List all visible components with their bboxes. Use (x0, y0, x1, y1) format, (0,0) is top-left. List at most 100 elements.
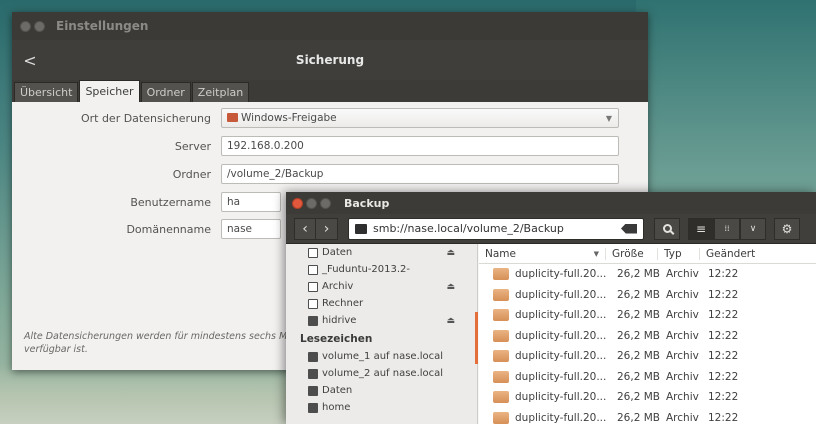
archive-file-icon (493, 391, 509, 404)
file-modified: 12:22 (708, 288, 739, 301)
folder-field[interactable]: /volume_2/Backup (221, 164, 619, 184)
settings-tabs: Übersicht Speicher Ordner Zeitplan (12, 80, 648, 102)
file-list-header: Name ▼ Größe Typ Geändert (479, 244, 816, 264)
sidebar-item-label: volume_2 auf nase.local (322, 368, 444, 379)
chevron-right-icon: › (323, 220, 330, 237)
file-size: 26,2 MB (617, 411, 660, 424)
table-row[interactable]: duplicity-full.20... 26,2 MB Archiv 12:22 (479, 346, 816, 367)
clear-location-icon[interactable] (621, 223, 637, 234)
file-modified: 12:22 (708, 268, 739, 281)
archive-file-icon (493, 329, 509, 342)
file-modified: 12:22 (708, 350, 739, 363)
location-row: Ort der Datensicherung Windows-Freigabe … (12, 108, 619, 128)
file-type: Archiv (666, 288, 699, 301)
tab-ordner[interactable]: Ordner (140, 82, 191, 102)
archive-file-icon (493, 411, 509, 424)
network-drive-icon (355, 223, 367, 234)
location-select[interactable]: Windows-Freigabe ▼ (221, 108, 619, 128)
maximize-window-button[interactable] (320, 197, 331, 209)
domain-label: Domänenname (126, 222, 211, 236)
network-drive-icon (308, 315, 318, 326)
sidebar-item-hidrive[interactable]: hidrive ⏏ (286, 312, 477, 329)
close-window-button[interactable] (20, 20, 31, 32)
sidebar-item-volume1[interactable]: volume_1 auf nase.local (286, 348, 477, 365)
eject-icon[interactable]: ⏏ (446, 316, 455, 326)
grid-view-icon: ⁞⁞ (724, 224, 730, 233)
username-row: Benutzername ha (12, 192, 281, 212)
forward-button[interactable]: › (316, 217, 338, 240)
file-manager-title: Backup (344, 196, 390, 210)
gear-icon: ⚙ (781, 221, 793, 236)
drive-icon (308, 281, 318, 292)
sidebar-item-fuduntu[interactable]: _Fuduntu-2013.2- (286, 261, 477, 278)
sidebar-item-volume2[interactable]: volume_2 auf nase.local (286, 365, 477, 382)
location-label: Ort der Datensicherung (80, 111, 211, 125)
settings-header: < Sicherung (12, 40, 648, 80)
table-row[interactable]: duplicity-full.20... 26,2 MB Archiv 12:22 (479, 264, 816, 285)
sidebar-item-home[interactable]: home (286, 399, 477, 416)
table-row[interactable]: duplicity-full.20... 26,2 MB Archiv 12:22 (479, 387, 816, 408)
file-type: Archiv (666, 391, 699, 404)
table-row[interactable]: duplicity-full.20... 26,2 MB Archiv 12:22 (479, 326, 816, 347)
folder-icon (308, 402, 318, 413)
file-size: 26,2 MB (617, 350, 660, 363)
file-size: 26,2 MB (617, 309, 660, 322)
archive-file-icon (493, 350, 509, 363)
table-row[interactable]: duplicity-full.20... 26,2 MB Archiv 12:22 (479, 285, 816, 306)
column-header-size[interactable]: Größe (605, 247, 657, 260)
sidebar-item-label: volume_1 auf nase.local (322, 351, 444, 362)
eject-icon[interactable]: ⏏ (446, 282, 455, 292)
file-modified: 12:22 (708, 391, 739, 404)
file-name: duplicity-full.20... (515, 288, 607, 301)
close-window-button[interactable] (292, 197, 303, 209)
file-size: 26,2 MB (617, 391, 660, 404)
list-view-button[interactable]: ≡ (688, 217, 714, 240)
settings-window-title: Einstellungen (56, 19, 149, 33)
domain-field[interactable]: nase (221, 219, 281, 239)
sidebar-item-rechner[interactable]: Rechner (286, 295, 477, 312)
column-header-modified[interactable]: Geändert (699, 247, 755, 260)
sidebar-item-archiv[interactable]: Archiv ⏏ (286, 278, 477, 295)
sidebar-item-label: Daten (322, 247, 353, 258)
table-row[interactable]: duplicity-full.20... 26,2 MB Archiv 12:22 (479, 305, 816, 326)
search-icon (662, 224, 672, 233)
location-bar[interactable]: smb://nase.local/volume_2/Backup (348, 217, 644, 240)
minimize-window-button[interactable] (306, 197, 317, 209)
file-name: duplicity-full.20... (515, 329, 607, 342)
location-path: smb://nase.local/volume_2/Backup (373, 222, 564, 235)
sidebar-item-label: Archiv (322, 281, 354, 292)
sidebar-item-label: Daten (322, 385, 353, 396)
column-header-type[interactable]: Typ (657, 247, 699, 260)
username-field[interactable]: ha (221, 192, 281, 212)
file-name: duplicity-full.20... (515, 411, 607, 424)
tab-speicher[interactable]: Speicher (79, 80, 140, 102)
settings-button[interactable]: ⚙ (774, 217, 800, 240)
sidebar-item-label: hidrive (322, 315, 357, 326)
bookmarks-heading: Lesezeichen (300, 332, 373, 345)
back-button[interactable]: ‹ (294, 217, 316, 240)
table-row[interactable]: duplicity-full.20... 26,2 MB Archiv 12:22 (479, 367, 816, 388)
tab-zeitplan[interactable]: Zeitplan (191, 82, 250, 102)
file-type: Archiv (666, 329, 699, 342)
sidebar-item-label: Rechner (322, 298, 364, 309)
search-button[interactable] (654, 217, 680, 240)
column-header-name[interactable]: Name ▼ (479, 248, 605, 260)
view-options-button[interactable]: ∨ (740, 217, 766, 240)
server-row: Server 192.168.0.200 (12, 136, 619, 156)
tab-uebersicht[interactable]: Übersicht (14, 82, 79, 102)
sidebar-scrollbar[interactable] (475, 312, 478, 364)
list-view-icon: ≡ (695, 221, 707, 236)
sidebar-item-daten-bookmark[interactable]: Daten (286, 382, 477, 399)
network-folder-icon (308, 351, 318, 362)
server-field[interactable]: 192.168.0.200 (221, 136, 619, 156)
grid-view-button[interactable]: ⁞⁞ (714, 217, 740, 240)
minimize-window-button[interactable] (34, 20, 45, 32)
eject-icon[interactable]: ⏏ (446, 248, 455, 258)
back-button[interactable]: < (16, 51, 44, 70)
table-row[interactable]: duplicity-full.20... 26,2 MB Archiv 12:22 (479, 408, 816, 424)
sidebar-item-daten[interactable]: Daten ⏏ (286, 244, 477, 261)
file-size: 26,2 MB (617, 268, 660, 281)
file-name: duplicity-full.20... (515, 370, 607, 383)
file-name: duplicity-full.20... (515, 268, 607, 281)
file-type: Archiv (666, 268, 699, 281)
